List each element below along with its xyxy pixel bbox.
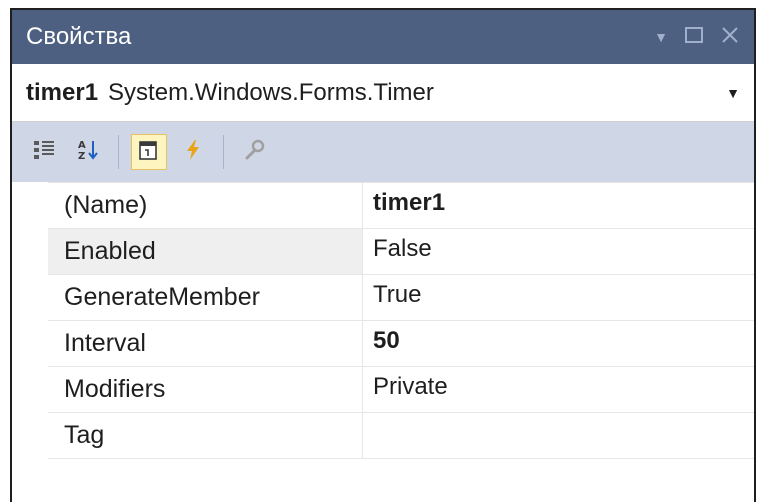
events-button[interactable] <box>175 134 211 170</box>
close-icon[interactable] <box>720 25 740 50</box>
property-name: Enabled <box>48 229 363 274</box>
window-title: Свойства <box>26 23 132 50</box>
window-position-dropdown-icon[interactable]: ▼ <box>654 30 668 44</box>
property-value[interactable]: 50 <box>363 321 754 366</box>
property-row[interactable]: Enabled False <box>48 229 754 275</box>
properties-icon <box>137 138 161 167</box>
categorized-button[interactable] <box>26 134 62 170</box>
property-name: GenerateMember <box>48 275 363 320</box>
window-controls: ▼ <box>654 25 754 50</box>
object-type: System.Windows.Forms.Timer <box>108 78 434 106</box>
chevron-down-icon[interactable]: ▼ <box>726 85 740 101</box>
property-pages-button[interactable] <box>236 134 272 170</box>
property-value[interactable] <box>363 413 754 458</box>
toolbar-separator <box>118 135 119 169</box>
property-value[interactable]: timer1 <box>363 183 754 228</box>
alphabetical-button[interactable]: A Z <box>70 134 106 170</box>
object-name: timer1 <box>26 78 99 106</box>
categorized-icon <box>32 138 56 167</box>
object-selector[interactable]: timer1 System.Windows.Forms.Timer ▼ <box>12 64 754 122</box>
svg-text:Z: Z <box>78 151 85 162</box>
alphabetical-icon: A Z <box>76 138 100 167</box>
property-row[interactable]: Tag <box>48 413 754 459</box>
properties-button[interactable] <box>131 134 167 170</box>
property-row[interactable]: (Name) timer1 <box>48 183 754 229</box>
property-value[interactable]: False <box>363 229 754 274</box>
property-value[interactable]: Private <box>363 367 754 412</box>
svg-text:A: A <box>78 140 86 151</box>
property-row[interactable]: Interval 50 <box>48 321 754 367</box>
property-name: Interval <box>48 321 363 366</box>
toolbar-separator <box>223 135 224 169</box>
property-row[interactable]: Modifiers Private <box>48 367 754 413</box>
property-pages-icon <box>242 138 266 167</box>
property-name: Modifiers <box>48 367 363 412</box>
events-icon <box>181 138 205 167</box>
property-name: (Name) <box>48 183 363 228</box>
property-value[interactable]: True <box>363 275 754 320</box>
property-row[interactable]: GenerateMember True <box>48 275 754 321</box>
maximize-icon[interactable] <box>684 25 704 50</box>
title-bar[interactable]: Свойства ▼ <box>12 10 754 64</box>
property-name: Tag <box>48 413 363 458</box>
property-grid: (Name) timer1 Enabled False GenerateMemb… <box>48 182 754 459</box>
properties-window: Свойства ▼ timer1 System.Windows.Forms.T… <box>10 8 756 502</box>
properties-toolbar: A Z <box>12 122 754 182</box>
